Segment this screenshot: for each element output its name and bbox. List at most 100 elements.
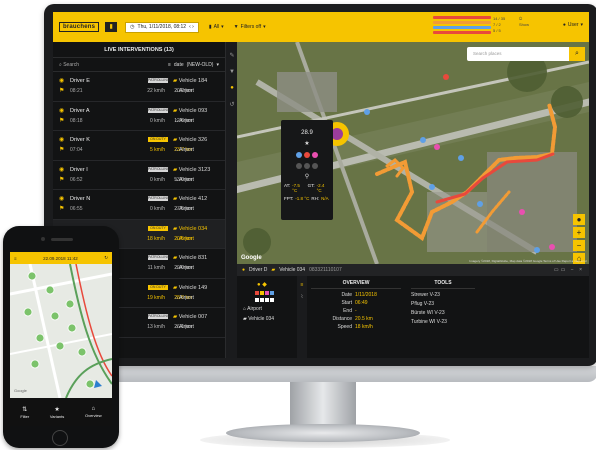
vehicle-name: Vehicle 007 (178, 314, 208, 320)
car-icon: ▰ (173, 314, 178, 320)
sort-order: (NEW-OLD) (186, 61, 214, 68)
color-squares (255, 298, 297, 302)
place-name: Airport (179, 235, 194, 242)
search-icon[interactable]: ⌕ (569, 47, 585, 61)
color-squares (255, 291, 297, 295)
chevron-down-icon: ▾ (580, 22, 583, 28)
pin-icon: ⚑ (59, 176, 65, 183)
intervention-row[interactable]: ◉ ⚑ Driver A 08:18 0 km/h PATROLLING 12.6 km ▰ … (53, 102, 225, 131)
menu-toggle-icon[interactable]: ▮ (105, 22, 118, 32)
intervention-row[interactable]: ◉ ⚑ Driver N 06:55 0 km/h PATROLLING 27.5 km ▰ … (53, 190, 225, 220)
map-view[interactable]: Search places ⌕ 28.9 ★ ⚲ AT: -7.5 °C GT:… (237, 42, 589, 264)
vehicle-name: Vehicle 093 (178, 107, 208, 114)
panel-title: LIVE INTERVENTIONS (104, 46, 163, 53)
vehicle: ▰ Vehicle 412 (173, 196, 207, 202)
overview-value: 18 km/h (355, 324, 373, 330)
zoom-in-button[interactable]: + (573, 227, 585, 238)
place-name: Airport (179, 206, 194, 212)
sort-selector[interactable]: ≡ date (NEW-OLD) ▾ (168, 62, 219, 68)
vehicle: ▰ Vehicle 3123 (173, 167, 210, 173)
search-input[interactable]: Search (63, 62, 79, 68)
overview-key: Speed (337, 324, 352, 330)
phone-home-button[interactable] (52, 430, 68, 446)
chart-tab-icon[interactable]: ⌇ (297, 294, 307, 300)
at-value: -7.5 °C (292, 183, 300, 193)
refresh-icon[interactable]: ↻ (104, 255, 108, 261)
mobile-map[interactable]: Google (10, 263, 112, 399)
status-badge: ON DUTY (148, 284, 168, 290)
panel-count: (13) (164, 46, 174, 53)
gt-value: -2.4 °C (316, 183, 325, 193)
speed: 19 km/h (147, 294, 165, 301)
date-picker[interactable]: ◷ Thu, 1/11/2018, 08:12 ‹ › (125, 21, 199, 33)
mobile-screen: ≡ 22.09.2018 11:42 ↻ Google ⇅ Filter ★ V… (10, 252, 112, 426)
popup-value: 28.9 (301, 130, 313, 136)
star-icon: ★ (304, 141, 310, 147)
speed: 11 km/h (147, 265, 165, 271)
vehicle-detail-panel: ● Driver D ▰ Vehicle 034 083321110107 ▭▭… (237, 264, 589, 358)
car-icon: ▰ (173, 284, 178, 291)
summary-place: ⌂ Airport (243, 306, 262, 312)
window-controls[interactable]: ▭▭ − × (554, 267, 584, 273)
place-name: Airport (179, 294, 194, 301)
place: ⌂ Airport (175, 265, 194, 271)
gt-label: GT: (307, 183, 315, 188)
intervention-row[interactable]: ◉ ⚑ Driver K 07:04 5 km/h ON DUTY 23.7 km ▰ Veh… (53, 131, 225, 161)
top-bar: brauchens ▮ ◷ Thu, 1/11/2018, 08:12 ‹ › … (53, 12, 589, 42)
tools-section: TOOLS Strewer V-23 Pflug V-23 Bürste WI V-… (411, 280, 475, 328)
mobile-nav-item[interactable]: ⌂ Overview (85, 406, 102, 418)
panel-header: LIVE INTERVENTIONS (13) (53, 42, 225, 58)
overview-key: End (343, 308, 352, 314)
zoom-out-button[interactable]: − (573, 240, 585, 251)
product-mockup: brauchens ▮ ◷ Thu, 1/11/2018, 08:12 ‹ › … (0, 0, 596, 450)
status-badge: PATROLLING (148, 166, 170, 172)
mobile-date: 22.09.2018 11:42 (43, 255, 78, 261)
show-label: Show (519, 22, 530, 27)
sort-icon: ≡ (167, 61, 171, 68)
date-nav-arrows[interactable]: ‹ › (189, 22, 194, 32)
start-time: 07:04 (70, 147, 83, 153)
person-icon: ◉ (59, 196, 65, 202)
car-icon: ▰ (173, 78, 178, 84)
driver-name: Driver N (70, 196, 91, 202)
sensor-icon: ⚲ (304, 174, 310, 180)
place-name: Airport (179, 324, 194, 330)
person-icon: ◉ (59, 78, 65, 84)
menu-icon[interactable]: ≡ (14, 256, 17, 261)
map-attribution[interactable]: Imagery ©2018, DigitalGlobe, Map data ©2… (469, 259, 587, 263)
driver-name: Driver A (70, 107, 90, 114)
list-tab-icon[interactable]: ≡ (297, 282, 307, 288)
driver-name: Driver K (70, 137, 90, 143)
mobile-nav-item[interactable]: ★ Variants (50, 406, 64, 419)
popup-status-dots (281, 163, 333, 169)
vehicle-name: Vehicle 149 (178, 284, 208, 291)
monitor-stand-base (226, 424, 420, 442)
temperature-line: FPT: -1.8 °C RH: N/A (284, 196, 330, 201)
overview-row: Speed 18 km/h (311, 324, 401, 330)
brand-logo[interactable]: brauchens (59, 22, 100, 32)
intervention-row[interactable]: ◉ ⚑ Driver E 08:21 22 km/h PATROLLING 20.2 km ▰… (53, 72, 225, 102)
person-icon[interactable]: ● (573, 214, 585, 225)
search-bar[interactable]: ⌕ Search ≡ date (NEW-OLD) ▾ (53, 58, 225, 72)
vehicle: ▰ Vehicle 184 (173, 78, 207, 84)
place-search[interactable]: Search places ⌕ (467, 47, 585, 61)
bookmark-filter[interactable]: ▮ All ▾ (209, 24, 224, 30)
status-dot (304, 152, 310, 158)
place-search-input[interactable]: Search places (473, 51, 502, 56)
driver-name: Driver I (70, 166, 88, 173)
mini-stat: 5 / 5 (493, 28, 501, 33)
mobile-nav-label: Filter (20, 413, 30, 419)
user-menu[interactable]: ● User ▾ (563, 22, 583, 28)
status-bar (433, 31, 491, 34)
speed: 0 km/h (149, 176, 165, 183)
speed: 18 km/h (147, 235, 165, 242)
car-icon: ▰ (173, 196, 178, 202)
intervention-row[interactable]: ◉ ⚑ Driver I 06:52 0 km/h PATROLLING 53.0 km ▰ … (53, 161, 225, 190)
status-badge: ON DUTY (148, 225, 168, 231)
detail-vehicle: Vehicle 034 (279, 267, 306, 273)
filters-toggle[interactable]: ▼ Filters off ▾ (234, 24, 266, 30)
show-toggle[interactable]: ⏻ Show (519, 16, 529, 28)
mobile-nav-item[interactable]: ⇅ Filter (20, 406, 29, 419)
fpt-label: FPT: (284, 196, 294, 201)
mobile-phone: ≡ 22.09.2018 11:42 ↻ Google ⇅ Filter ★ V… (3, 226, 119, 448)
